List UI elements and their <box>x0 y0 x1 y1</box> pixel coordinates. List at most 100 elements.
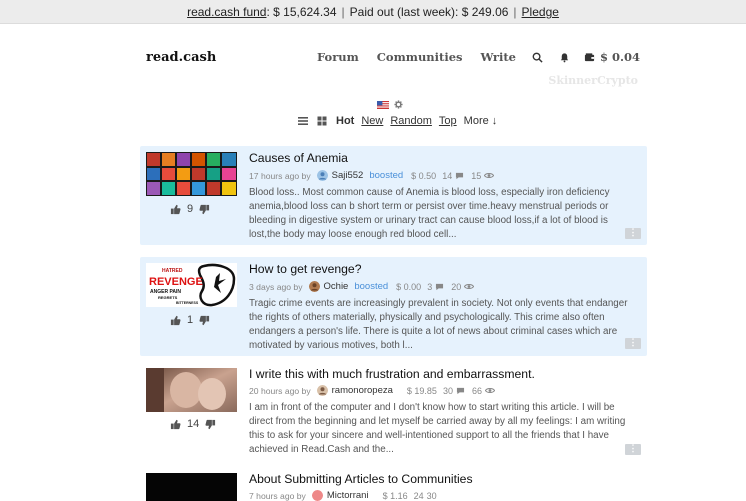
article-earnings: $ 1.16 <box>382 490 408 501</box>
bell-icon[interactable] <box>559 52 570 63</box>
vote-controls: 14 <box>170 418 230 430</box>
gear-icon[interactable] <box>394 100 403 109</box>
thumb-text-revenge: REVENGE <box>149 276 203 288</box>
tab-random[interactable]: Random <box>390 115 432 127</box>
tab-top[interactable]: Top <box>439 115 457 127</box>
thumbs-up-icon[interactable] <box>170 204 181 215</box>
article-meta: 20 hours ago by ramonoropeza $ 19.85 30 … <box>249 385 502 396</box>
thumb-text-bitterness: BITTERNESS <box>176 301 199 305</box>
paid-out-text: Paid out (last week): $ 249.06 <box>349 5 509 19</box>
article-thumbnail[interactable] <box>146 473 237 501</box>
author-name[interactable]: Saji552 <box>332 170 364 181</box>
author-avatar[interactable] <box>311 490 323 501</box>
author-name[interactable]: Ochie <box>324 281 349 292</box>
author-name[interactable]: ramonoropeza <box>332 385 393 396</box>
article-meta: 17 hours ago by Saji552 boosted $ 0.50 1… <box>249 170 501 181</box>
balance-value: $ 0.04 <box>599 50 640 64</box>
tab-new[interactable]: New <box>361 115 383 127</box>
vote-count: 9 <box>187 203 194 215</box>
sort-tabs: Hot New Random Top More ↓ <box>298 115 504 127</box>
tab-more[interactable]: More ↓ <box>464 115 498 127</box>
article-time: 7 hours ago by <box>249 490 306 501</box>
article-card[interactable]: HATRED REVENGE ANGER PAIN REGRETS BITTER… <box>140 257 647 356</box>
thumb-text-hatred: HATRED <box>162 268 183 274</box>
list-view-icon[interactable] <box>298 116 308 126</box>
fund-value: : $ 15,624.34 <box>266 5 337 19</box>
comment-count: 30 <box>442 385 453 396</box>
view-count: 15 <box>471 170 482 181</box>
wallet-balance[interactable]: $ 0.04 <box>584 50 640 64</box>
boosted-label[interactable]: boosted <box>354 281 388 292</box>
boosted-label[interactable]: boosted <box>369 170 403 181</box>
vote-controls: 1 <box>170 314 230 326</box>
comment-count: 24 <box>413 490 424 501</box>
thumbs-down-icon[interactable] <box>205 419 216 430</box>
article-title[interactable]: Causes of Anemia <box>249 151 348 165</box>
tab-hot[interactable]: Hot <box>336 115 354 127</box>
article-card[interactable]: 14 I write this with much frustration an… <box>140 362 647 462</box>
search-icon[interactable] <box>532 52 543 63</box>
article-card[interactable]: 9 Causes of Anemia 17 hours ago by Saji5… <box>140 146 647 245</box>
frustration-thumbnail-image <box>146 368 237 412</box>
thumbs-up-icon[interactable] <box>170 419 181 430</box>
grid-view-icon[interactable] <box>317 116 327 126</box>
comment-icon <box>436 283 444 290</box>
article-time: 3 days ago by <box>249 281 303 292</box>
separator: | <box>513 5 517 19</box>
author-avatar[interactable] <box>308 281 320 292</box>
thumb-text-regrets: REGRETS <box>158 295 178 300</box>
wallet-icon <box>584 52 595 61</box>
comment-count: 3 <box>427 281 433 292</box>
article-card[interactable]: About Submitting Articles to Communities… <box>140 467 647 501</box>
author-avatar[interactable] <box>316 170 328 181</box>
thumbs-up-icon[interactable] <box>170 315 181 326</box>
site-logo[interactable]: read.cash <box>146 50 216 65</box>
username[interactable]: SkinnerCrypto <box>548 74 638 87</box>
article-meta: 3 days ago by Ochie boosted $ 0.00 3 20 <box>249 281 481 292</box>
thumbs-down-icon[interactable] <box>199 204 210 215</box>
eye-icon <box>484 388 495 393</box>
comment-icon <box>456 387 465 394</box>
view-count: 20 <box>451 281 462 292</box>
article-title[interactable]: About Submitting Articles to Communities <box>249 472 473 486</box>
article-excerpt: I am in front of the computer and I don'… <box>249 402 626 455</box>
main-nav: Forum Communities Write $ 0.04 <box>299 50 640 64</box>
thumbs-down-icon[interactable] <box>199 315 210 326</box>
article-excerpt: Tragic crime events are increasingly pre… <box>249 298 628 351</box>
article-earnings: $ 0.00 <box>396 281 422 292</box>
vote-count: 1 <box>187 314 194 326</box>
article-thumbnail[interactable]: HATRED REVENGE ANGER PAIN REGRETS BITTER… <box>146 263 237 307</box>
nav-forum[interactable]: Forum <box>317 50 359 64</box>
article-earnings: $ 19.85 <box>406 385 437 396</box>
article-thumbnail[interactable] <box>146 368 237 412</box>
nav-write[interactable]: Write <box>481 50 516 64</box>
article-meta: 7 hours ago by Mictorrani $ 1.16 24 30 <box>249 490 440 501</box>
view-count: 66 <box>471 385 482 396</box>
author-avatar[interactable] <box>316 385 328 396</box>
options-menu-button[interactable]: ⋮ <box>625 338 641 349</box>
nav-communities[interactable]: Communities <box>377 50 463 64</box>
eye-icon <box>484 173 495 178</box>
funding-bar: read.cash fund: $ 15,624.34 | Paid out (la… <box>0 0 746 24</box>
options-menu-button[interactable]: ⋮ <box>625 228 641 239</box>
view-count: 30 <box>426 490 437 501</box>
vote-controls: 9 <box>170 203 230 215</box>
article-title[interactable]: How to get revenge? <box>249 262 361 276</box>
comment-count: 14 <box>442 170 453 181</box>
us-flag-icon[interactable] <box>377 100 389 109</box>
language-selector <box>377 100 403 109</box>
pledge-link[interactable]: Pledge <box>522 5 559 19</box>
eye-icon <box>464 284 475 289</box>
author-name[interactable]: Mictorrani <box>327 490 369 501</box>
options-menu-button[interactable]: ⋮ <box>625 444 641 455</box>
article-thumbnail[interactable] <box>146 152 237 196</box>
comment-icon <box>456 172 464 179</box>
article-time: 17 hours ago by <box>249 170 311 181</box>
separator: | <box>341 5 345 19</box>
article-earnings: $ 0.50 <box>411 170 437 181</box>
fund-link[interactable]: read.cash fund <box>187 5 266 19</box>
anemia-thumbnail-image <box>146 152 237 196</box>
article-excerpt: Blood loss.. Most common cause of Anemia… <box>249 187 610 240</box>
site-header: read.cash Forum Communities Write $ 0.04… <box>146 44 640 94</box>
article-title[interactable]: I write this with much frustration and e… <box>249 367 535 381</box>
